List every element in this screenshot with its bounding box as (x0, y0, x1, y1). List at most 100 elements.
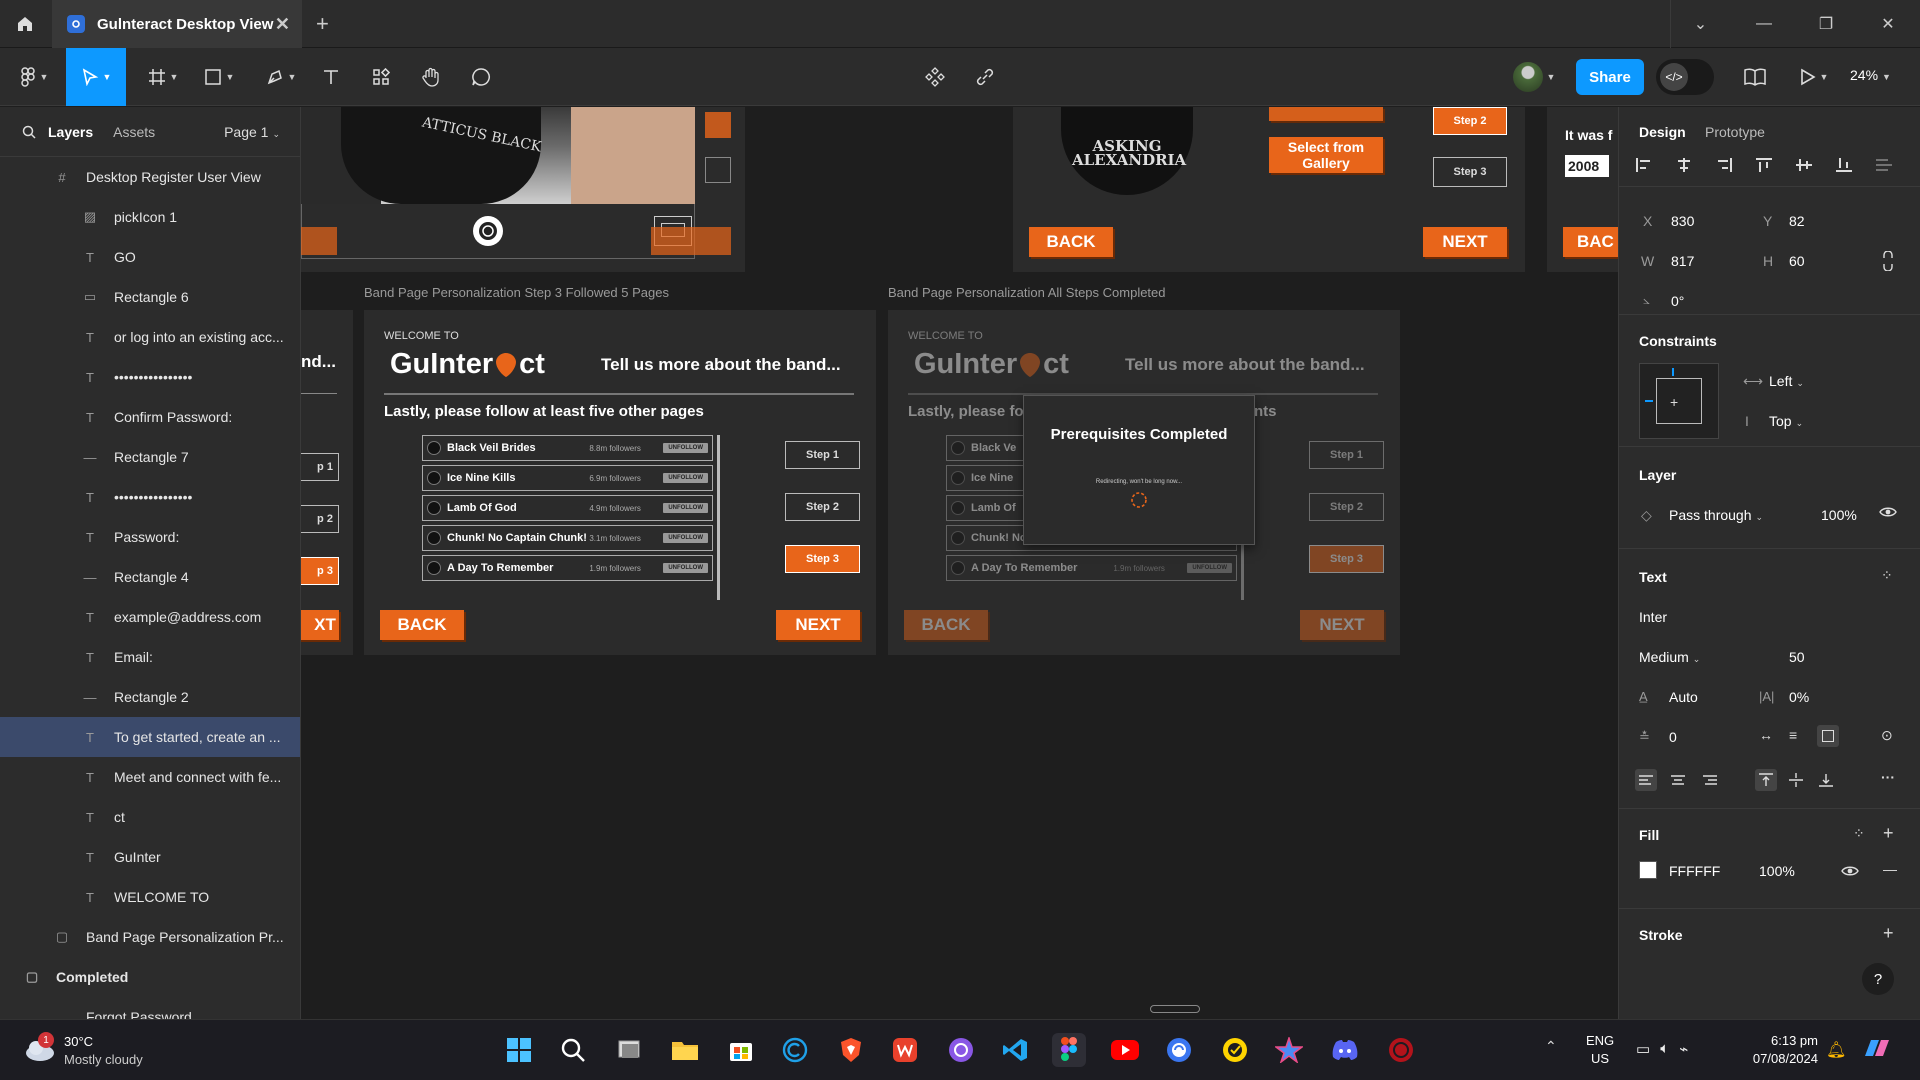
band-row[interactable]: Black Veil Brides 8.8m followers UNFOLLOW (422, 435, 713, 461)
text-align-right-icon[interactable] (1699, 769, 1721, 791)
layer-item[interactable]: Tct (0, 797, 300, 837)
align-bottom-icon[interactable] (1835, 157, 1853, 173)
text-align-left-icon[interactable] (1635, 769, 1657, 791)
align-center-v-icon[interactable] (1795, 157, 1813, 173)
text-tool-icon[interactable] (316, 48, 346, 106)
align-left-icon[interactable] (1635, 157, 1653, 173)
step-1-button[interactable]: Step 1 (1309, 441, 1384, 469)
step-2-button[interactable]: p 2 (301, 505, 339, 533)
layer-item[interactable]: ▢ Completed (0, 957, 300, 997)
vertical-align-middle-icon[interactable] (1785, 769, 1807, 791)
present-icon[interactable]: ▼ (1794, 48, 1834, 106)
text-align-center-icon[interactable] (1667, 769, 1689, 791)
frame-step3-followed[interactable]: WELCOME TO GuInter ct Tell us more about… (364, 310, 876, 655)
dev-mode-toggle[interactable]: </> (1656, 59, 1714, 95)
step-2-button[interactable]: Step 2 (785, 493, 860, 521)
step-3-button[interactable]: p 3 (301, 557, 339, 585)
unfollow-button[interactable]: UNFOLLOW (663, 503, 708, 513)
layer-item[interactable]: — Rectangle 7 (0, 437, 300, 477)
shape-tool-icon[interactable]: ▼ (196, 48, 242, 106)
frame-band-picture-step[interactable]: ASKING ALEXANDRIA Select from Gallery St… (1013, 107, 1525, 272)
youtube-icon[interactable] (1108, 1033, 1142, 1067)
file-explorer-icon[interactable] (668, 1033, 702, 1067)
frame-tool-icon[interactable]: ▼ (140, 48, 186, 106)
back-button[interactable]: BACK (1029, 227, 1113, 257)
avatar[interactable]: ▼ (1504, 48, 1564, 106)
font-weight-select[interactable]: Medium ⌄ (1639, 649, 1700, 665)
comment-tool-icon[interactable] (466, 48, 496, 106)
vertical-constraint-select[interactable]: Top ⌄ (1769, 413, 1803, 429)
link-icon[interactable] (970, 48, 1000, 106)
auto-height-icon[interactable]: ≡ (1789, 727, 1797, 743)
band-row[interactable]: Ice Nine Kills 6.9m followers UNFOLLOW (422, 465, 713, 491)
distribute-icon[interactable] (1875, 157, 1893, 173)
font-size-input[interactable]: 50 (1789, 649, 1805, 665)
discord-icon[interactable] (1328, 1033, 1362, 1067)
zoom-dropdown[interactable]: 24% ▼ (1850, 67, 1891, 83)
frame-step-partial[interactable]: nd... p 1 p 2 p 3 XT (301, 310, 353, 655)
unfollow-button[interactable]: UNFOLLOW (1187, 563, 1232, 573)
layer-item[interactable]: ▨ pickIcon 1 (0, 197, 300, 237)
x-input[interactable]: 830 (1671, 213, 1694, 229)
letter-spacing-input[interactable]: 0% (1789, 689, 1809, 705)
resources-icon[interactable] (366, 48, 396, 106)
layer-item[interactable]: ▢ Band Page Personalization Pr... (0, 917, 300, 957)
next-button[interactable]: NEXT (776, 610, 860, 640)
hand-tool-icon[interactable] (416, 48, 446, 106)
chevron-down-icon[interactable]: ⌄ (1670, 0, 1730, 48)
layer-item[interactable]: T Email: (0, 637, 300, 677)
search-icon[interactable] (556, 1033, 590, 1067)
text-styles-icon[interactable]: ⁘ (1881, 567, 1893, 584)
y-input[interactable]: 82 (1789, 213, 1805, 229)
align-top-icon[interactable] (1755, 157, 1773, 173)
figma-app-icon[interactable] (1052, 1033, 1086, 1067)
tab-prototype[interactable]: Prototype (1705, 124, 1765, 140)
vertical-align-bottom-icon[interactable] (1815, 769, 1837, 791)
resize-mode-icon[interactable] (1881, 251, 1895, 271)
component-icon[interactable] (920, 48, 950, 106)
eye-icon[interactable] (1879, 505, 1897, 519)
step-1-button[interactable]: Step 1 (785, 441, 860, 469)
restore-icon[interactable]: ❐ (1796, 0, 1856, 48)
fill-eye-icon[interactable] (1841, 864, 1859, 878)
step-1-button[interactable]: p 1 (301, 453, 339, 481)
unfollow-button[interactable]: UNFOLLOW (663, 473, 708, 483)
unfollow-button[interactable]: UNFOLLOW (663, 533, 708, 543)
weather-widget[interactable]: 1 30°C Mostly cloudy (20, 1032, 200, 1072)
library-icon[interactable] (1740, 48, 1770, 106)
step-3-button[interactable]: Step 3 (1309, 545, 1384, 573)
tab-layers[interactable]: Layers (48, 124, 93, 140)
unfollow-button[interactable]: UNFOLLOW (663, 443, 708, 453)
home-icon[interactable] (0, 0, 50, 48)
auto-width-icon[interactable]: ↔ (1759, 727, 1773, 743)
frame-band-info-step[interactable]: It was f 2008 BAC (1547, 107, 1618, 272)
h-input[interactable]: 60 (1789, 253, 1805, 269)
layer-item[interactable]: T Confirm Password: (0, 397, 300, 437)
text-settings-icon[interactable]: ⊙ (1881, 727, 1893, 744)
microsoft-store-icon[interactable] (724, 1033, 758, 1067)
github-desktop-icon[interactable] (944, 1033, 978, 1067)
band-row[interactable]: Chunk! No Captain Chunk! 3.1m followers UN… (422, 525, 713, 551)
frame-label[interactable]: Band Page Personalization Step 3 Followe… (364, 285, 669, 300)
layer-item[interactable]: T •••••••••••••••• (0, 477, 300, 517)
layer-item[interactable]: T WELCOME TO (0, 877, 300, 917)
step-2-button[interactable]: Step 2 (1309, 493, 1384, 521)
tab-design[interactable]: Design (1639, 124, 1686, 140)
back-button[interactable]: BACK (380, 610, 464, 640)
layer-item[interactable]: ▭ Rectangle 6 (0, 277, 300, 317)
file-tab[interactable]: Gulnteract Desktop View ✕ (52, 0, 302, 48)
align-center-h-icon[interactable] (1675, 157, 1693, 173)
tab-assets[interactable]: Assets (113, 124, 155, 140)
frame-label[interactable]: Band Page Personalization All Steps Comp… (888, 285, 1166, 300)
unfollow-button[interactable]: UNFOLLOW (663, 563, 708, 573)
search-icon[interactable] (22, 125, 36, 139)
next-button[interactable]: NEXT (1300, 610, 1384, 640)
add-fill-icon[interactable]: + (1883, 823, 1894, 844)
year-field[interactable]: 2008 (1565, 155, 1609, 177)
language-indicator[interactable]: ENG US (1586, 1032, 1614, 1068)
add-stroke-icon[interactable]: + (1883, 923, 1894, 944)
brave-browser-icon[interactable] (834, 1033, 868, 1067)
move-tool-icon[interactable]: ▼ (66, 48, 126, 106)
step-2-button[interactable]: Step 2 (1433, 107, 1507, 135)
fill-color-swatch[interactable] (1639, 861, 1657, 879)
